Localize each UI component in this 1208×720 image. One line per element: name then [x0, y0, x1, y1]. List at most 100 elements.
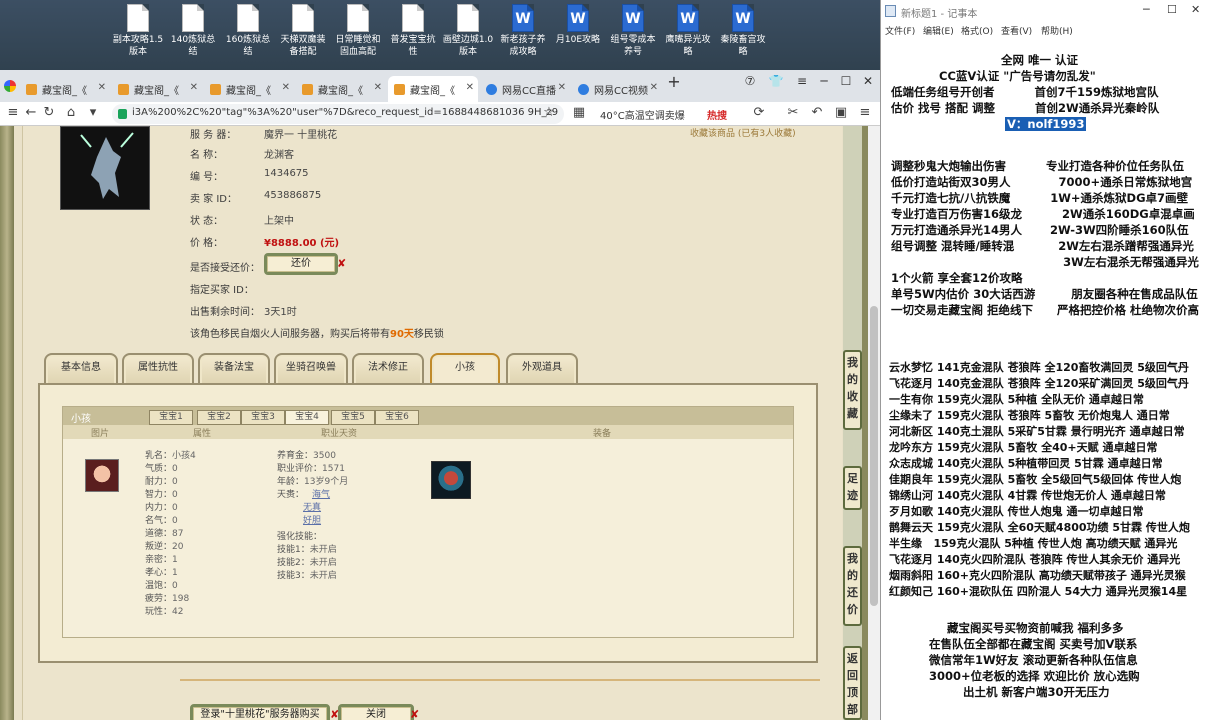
- tab-attributes[interactable]: 属性抗性: [122, 353, 194, 385]
- notepad-titlebar: 新标题1 - 记事本 ─ ☐ ✕: [881, 0, 1208, 22]
- desktop-file-icon[interactable]: W 鹰嘴异光攻略: [662, 4, 714, 58]
- menu-edit[interactable]: 编辑(E): [923, 24, 954, 37]
- more-icon[interactable]: ≡: [856, 105, 874, 120]
- menu-file[interactable]: 文件(F): [885, 24, 915, 37]
- pin-icon[interactable]: ⑦: [738, 74, 762, 88]
- close-x-icon: ✘: [410, 708, 420, 720]
- login-buy-button[interactable]: 登录"十里桃花"服务器购买: [190, 704, 330, 720]
- refresh2-icon[interactable]: ⟳: [750, 105, 768, 120]
- close-button[interactable]: 关闭: [338, 704, 414, 720]
- close-tab-icon[interactable]: ✕: [650, 82, 658, 93]
- notepad-line: 在售队伍全部都在藏宝阁 买卖号加V联系: [929, 637, 1138, 651]
- subtab-baby6[interactable]: 宝宝6: [375, 410, 419, 425]
- menu-icon[interactable]: ≡: [790, 74, 814, 88]
- maximize-icon[interactable]: ☐: [1167, 3, 1177, 16]
- subtab-baby1[interactable]: 宝宝1: [149, 410, 193, 425]
- url-input[interactable]: i3A%200%2C%20"tag"%3A%20"user"%7D&reco_r…: [112, 104, 564, 124]
- back-to-top-button[interactable]: 返回顶部: [843, 646, 862, 720]
- maximize-icon[interactable]: ☐: [834, 74, 858, 88]
- weather-text[interactable]: 40°C高温空调卖爆: [600, 107, 685, 122]
- close-tab-icon[interactable]: ✕: [98, 82, 106, 93]
- subtab-baby2[interactable]: 宝宝2: [197, 410, 241, 425]
- notepad-vid: V：nolf1993: [1005, 117, 1087, 131]
- tab-mounts-pets[interactable]: 坐骑召唤兽: [274, 353, 348, 385]
- desktop-file-icon[interactable]: 画壁边城1.0版本: [442, 4, 494, 58]
- scrollbar-thumb[interactable]: [870, 306, 878, 606]
- desktop-file-icon[interactable]: W 秦陵畜宫攻略: [717, 4, 769, 58]
- counter-offer-button[interactable]: 还价: [264, 253, 338, 275]
- subtab-baby3[interactable]: 宝宝3: [241, 410, 285, 425]
- menu-left-icon[interactable]: ≡: [4, 105, 22, 120]
- close-tab-icon[interactable]: ✕: [558, 82, 566, 93]
- tab-kids[interactable]: 小孩: [430, 353, 500, 385]
- desktop-file-icon[interactable]: 普发宝宝抗性: [387, 4, 439, 58]
- tab-basic-info[interactable]: 基本信息: [44, 353, 118, 385]
- kid-equipment-icon[interactable]: [431, 461, 471, 499]
- minimize-icon[interactable]: ─: [812, 74, 836, 88]
- tab-5-active[interactable]: 藏宝阁_《 ✕: [388, 76, 478, 102]
- desktop-file-icon[interactable]: 160炼狱总结: [222, 4, 274, 58]
- tab-4[interactable]: 藏宝阁_《 ✕: [296, 76, 386, 102]
- scissors-icon[interactable]: ✂: [784, 105, 802, 120]
- minimize-icon[interactable]: ─: [1143, 3, 1150, 16]
- close-tab-icon[interactable]: ✕: [282, 82, 290, 93]
- bookmark-star-icon[interactable]: ☆: [540, 105, 558, 120]
- my-favorites-button[interactable]: 我的收藏: [843, 350, 862, 430]
- server-label: 服 务 器：: [190, 130, 237, 141]
- tab-6[interactable]: 网易CC直播 ✕: [480, 76, 570, 102]
- notepad-text-area[interactable]: 全网 唯一 认证 CC蓝V认证 "广告号请勿乱发" 低端任务组号开创者 首创7千15…: [881, 40, 1201, 720]
- desktop-file-icon[interactable]: W 组号零成本养号: [607, 4, 659, 58]
- tab-spells[interactable]: 法术修正: [352, 353, 424, 385]
- new-tab-button[interactable]: +: [662, 72, 686, 91]
- hot-search[interactable]: 热搜: [707, 107, 727, 122]
- text-doc-icon: [292, 4, 314, 32]
- subtab-baby5[interactable]: 宝宝5: [331, 410, 375, 425]
- desktop-file-icon[interactable]: 副本攻略1.5版本: [112, 4, 164, 58]
- dropdown-icon[interactable]: ▾: [84, 105, 102, 120]
- talent-link[interactable]: 好胆: [303, 516, 321, 526]
- close-window-icon[interactable]: ✕: [856, 74, 880, 88]
- my-bargains-button[interactable]: 我的还价: [843, 546, 862, 626]
- talent-link[interactable]: 海气: [312, 490, 330, 500]
- menu-format[interactable]: 格式(O): [961, 24, 993, 37]
- menu-help[interactable]: 帮助(H): [1041, 24, 1073, 37]
- close-tab-icon[interactable]: ✕: [466, 82, 474, 93]
- close-tab-icon[interactable]: ✕: [374, 82, 382, 93]
- qr-icon[interactable]: ▦: [570, 105, 588, 120]
- desktop-file-icon[interactable]: W 月10E攻略: [552, 4, 604, 46]
- kid-career: 养育金：3500 职业评价：1571 年龄：13岁9个月 天赉： 海气 无真 好胆…: [277, 451, 349, 581]
- favorite-link[interactable]: 收藏该商品 (已有3人收藏): [690, 126, 796, 139]
- refresh-icon[interactable]: ↻: [40, 105, 58, 120]
- desktop-file-icon[interactable]: 日常睡觉和固血高配: [332, 4, 384, 58]
- tab-1[interactable]: 藏宝阁_《 ✕: [20, 76, 110, 102]
- desktop-file-icon[interactable]: 天梯双魔装备搭配: [277, 4, 329, 58]
- text-doc-icon: [347, 4, 369, 32]
- kid-stat-row: 温饱：0: [145, 581, 178, 591]
- tab-7[interactable]: 网易CC视频 ✕: [572, 76, 662, 102]
- shirt-icon[interactable]: 👕: [764, 74, 788, 88]
- cbg-favicon-icon: [118, 84, 129, 95]
- text-doc-icon: [402, 4, 424, 32]
- scrollbar[interactable]: [868, 126, 880, 720]
- tab-2[interactable]: 藏宝阁_《 ✕: [112, 76, 202, 102]
- desktop-file-icon[interactable]: W 新老孩子养成攻略: [497, 4, 549, 58]
- subtab-baby4[interactable]: 宝宝4: [285, 410, 329, 425]
- footprint-button[interactable]: 足迹: [843, 466, 862, 510]
- text-doc-icon: [237, 4, 259, 32]
- notepad-line: 全网 唯一 认证: [1001, 53, 1079, 67]
- notepad-line: 云水梦忆 141克金混队 苍狼阵 全120畜牧满回灵 5级回气丹: [889, 361, 1189, 374]
- cc-favicon-icon: [486, 84, 497, 95]
- home-icon[interactable]: ⌂: [62, 105, 80, 120]
- close-window-icon[interactable]: ✕: [1191, 3, 1200, 16]
- talent-link[interactable]: 无真: [303, 503, 321, 513]
- undo-icon[interactable]: ↶: [808, 105, 826, 120]
- name-label: 名 称：: [190, 150, 224, 161]
- close-tab-icon[interactable]: ✕: [190, 82, 198, 93]
- tab-appearance[interactable]: 外观道具: [506, 353, 578, 385]
- tab-equipment[interactable]: 装备法宝: [198, 353, 270, 385]
- back-icon[interactable]: ←: [22, 105, 40, 120]
- desktop-file-icon[interactable]: 140炼狱总结: [167, 4, 219, 58]
- extensions-icon[interactable]: ▣: [832, 105, 850, 120]
- tab-3[interactable]: 藏宝阁_《 ✕: [204, 76, 294, 102]
- menu-view[interactable]: 查看(V): [1001, 24, 1032, 37]
